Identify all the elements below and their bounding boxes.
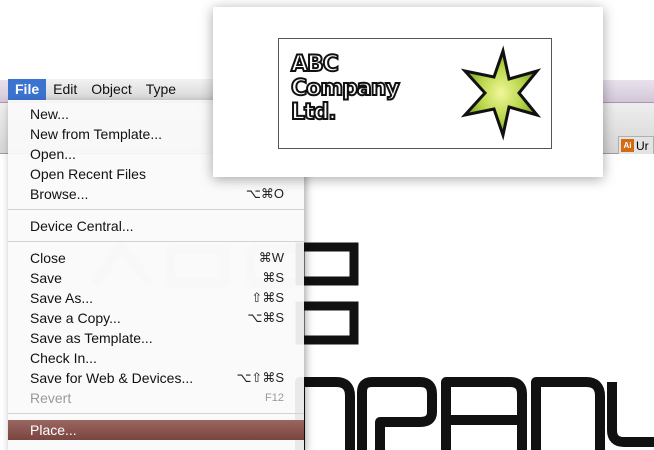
menu-edit[interactable]: Edit	[46, 79, 84, 100]
shortcut-label: ⌥⌘O	[245, 186, 284, 201]
menu-type[interactable]: Type	[139, 79, 183, 100]
menu-item-device-central[interactable]: Device Central...	[8, 216, 304, 236]
shortcut-label: ⇧⌘S	[251, 290, 284, 305]
menu-file[interactable]: File	[8, 79, 47, 100]
menu-item-label: New from Template...	[30, 126, 163, 142]
menu-item-label: Revert	[30, 390, 72, 406]
menu-item-label: Save	[30, 270, 62, 286]
menu-item-save-a-copy[interactable]: Save a Copy... ⌥⌘S	[8, 308, 304, 328]
menu-item-label: Place...	[30, 422, 77, 438]
logo-image: ABC Company Ltd.	[278, 38, 552, 149]
menu-separator	[8, 413, 304, 414]
menu-item-browse[interactable]: Browse... ⌥⌘O	[8, 184, 304, 204]
document-tab[interactable]: Ai Ur	[618, 136, 654, 154]
logo-wordmark: ABC Company Ltd.	[290, 52, 441, 126]
shortcut-label: ⌥⌘S	[247, 310, 284, 325]
logo-line: ABC	[290, 52, 340, 78]
shortcut-label: F12	[265, 392, 284, 404]
menu-item-revert: Revert F12	[8, 388, 304, 408]
menu-item-label: Save for Web & Devices...	[30, 370, 194, 386]
menu-item-save-as-template[interactable]: Save as Template...	[8, 328, 304, 348]
illustrator-file-icon: Ai	[621, 139, 634, 152]
menu-item-save-as[interactable]: Save As... ⇧⌘S	[8, 288, 304, 308]
menu-item-label: Save As...	[30, 290, 94, 306]
menu-item-label: Open...	[30, 146, 76, 162]
logo-preview-panel: ABC Company Ltd.	[213, 7, 603, 177]
menu-item-save[interactable]: Save ⌘S	[8, 268, 304, 288]
document-tab-label: Ur	[636, 138, 649, 153]
menu-object[interactable]: Object	[84, 79, 138, 100]
shortcut-label: ⌘S	[262, 270, 284, 285]
menu-item-check-in[interactable]: Check In...	[8, 348, 304, 368]
menu-item-label: Open Recent Files	[30, 166, 146, 182]
menu-separator	[8, 241, 304, 242]
shortcut-label: ⌥⇧⌘S	[236, 370, 284, 385]
logo-line: Company	[290, 76, 401, 102]
menu-item-label: Close	[30, 250, 66, 266]
menu-item-place[interactable]: Place...	[8, 420, 304, 440]
menu-item-label: Browse...	[30, 186, 89, 202]
menu-item-label: Save as Template...	[30, 330, 153, 346]
menu-item-label: Device Central...	[30, 218, 134, 234]
menu-item-label: Check In...	[30, 350, 97, 366]
logo-line: Ltd.	[290, 100, 338, 126]
menu-item-label: New...	[30, 106, 69, 122]
menu-separator	[8, 209, 304, 210]
menu-item-close[interactable]: Close ⌘W	[8, 248, 304, 268]
menu-item-save-for-web[interactable]: Save for Web & Devices... ⌥⇧⌘S	[8, 368, 304, 388]
shortcut-label: ⌘W	[258, 250, 284, 265]
menu-bar: File Edit Object Type	[8, 79, 213, 100]
menu-item-label: Save a Copy...	[30, 310, 121, 326]
star-icon	[460, 45, 542, 141]
